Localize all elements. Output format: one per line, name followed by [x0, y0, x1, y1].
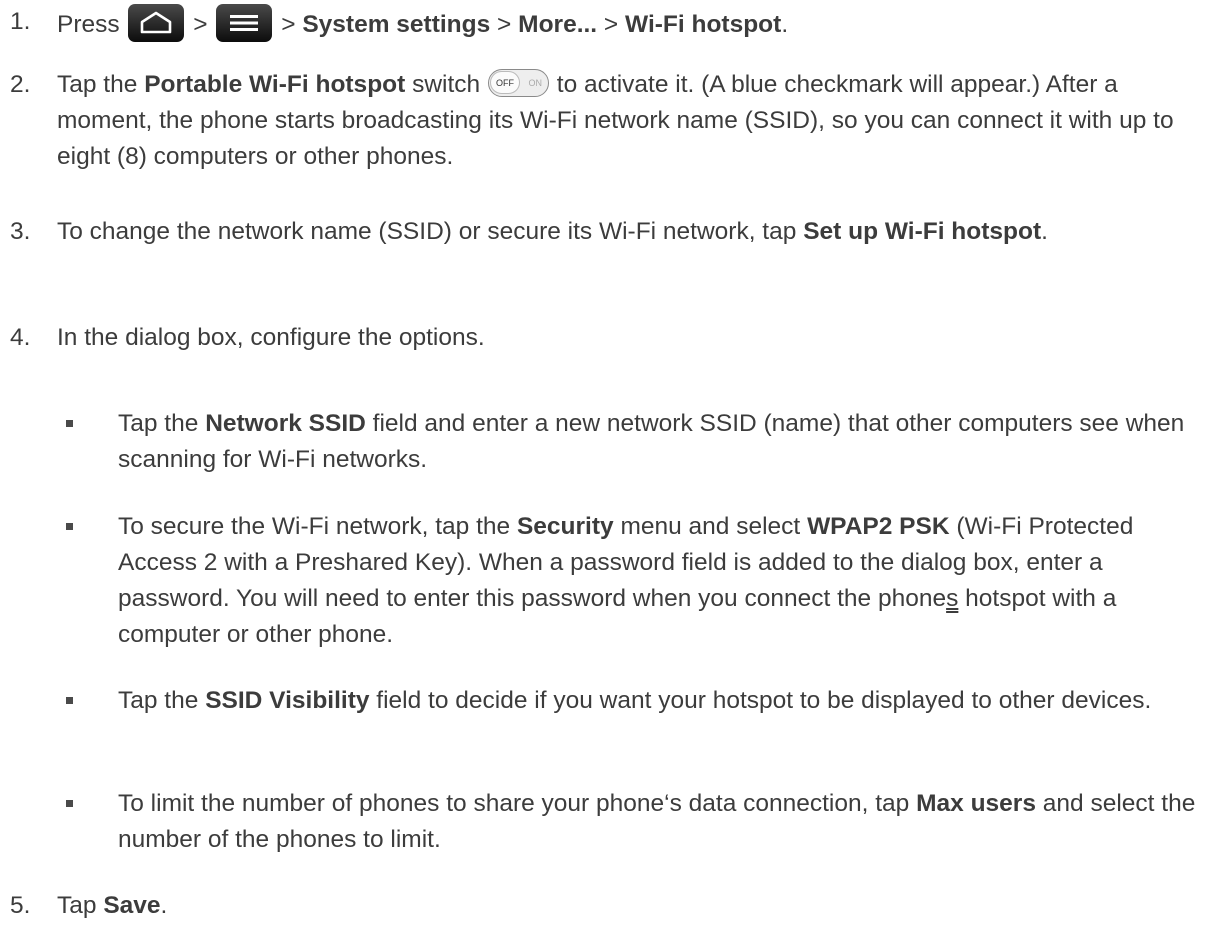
max-users-label: Max users	[916, 790, 1036, 817]
home-key-icon	[128, 4, 185, 42]
step-text: To change the network name (SSID) or sec…	[57, 218, 1048, 245]
step-text: Tap Save.	[57, 892, 168, 919]
step-number: 3.	[10, 218, 31, 245]
step-text: Tap the Portable Wi-Fi hotspot switch OF…	[57, 69, 1174, 170]
system-settings-label: System settings	[302, 11, 491, 38]
step-number: 2.	[10, 71, 31, 98]
security-label: Security	[516, 513, 614, 540]
step-text: In the dialog box, configure the options…	[57, 324, 485, 351]
step-5: 5. Tap Save.	[10, 888, 1199, 924]
step-3: 3. To change the network name (SSID) or …	[10, 214, 1199, 250]
more-label: More...	[518, 11, 598, 38]
step-number: 5.	[10, 892, 31, 919]
set-up-wifi-hotspot-label: Set up Wi-Fi hotspot	[803, 218, 1042, 245]
square-bullet-icon	[66, 523, 73, 530]
list-item: Tap the SSID Visibility field to decide …	[66, 683, 1199, 719]
off-on-switch-icon: OFF ON	[487, 69, 549, 97]
save-label: Save	[103, 892, 161, 919]
list-item: Tap the Network SSID field and enter a n…	[66, 406, 1199, 478]
network-ssid-label: Network SSID	[205, 410, 366, 437]
square-bullet-icon	[66, 420, 73, 427]
portable-wifi-hotspot-label: Portable Wi-Fi hotspot	[144, 71, 406, 98]
step-text: Press > > System settings > More... > Wi…	[57, 4, 1199, 43]
ssid-visibility-label: SSID Visibility	[205, 687, 370, 714]
step-2: 2. Tap the Portable Wi-Fi hotspot switch…	[10, 67, 1199, 175]
wpap2-psk-label: WPAP2 PSK	[807, 513, 950, 540]
step-4: 4. In the dialog box, configure the opti…	[10, 320, 1199, 356]
list-item: To secure the Wi-Fi network, tap the Sec…	[66, 509, 1199, 653]
step-number: 4.	[10, 324, 31, 351]
wifi-hotspot-label: Wi-Fi hotspot	[625, 11, 782, 38]
menu-key-icon	[216, 4, 273, 42]
square-bullet-icon	[66, 800, 73, 807]
list-item: To limit the number of phones to share y…	[66, 786, 1199, 858]
step-number: 1.	[10, 8, 31, 35]
step-1: 1. Press > > System settings > More... >…	[10, 4, 1199, 43]
square-bullet-icon	[66, 697, 73, 704]
